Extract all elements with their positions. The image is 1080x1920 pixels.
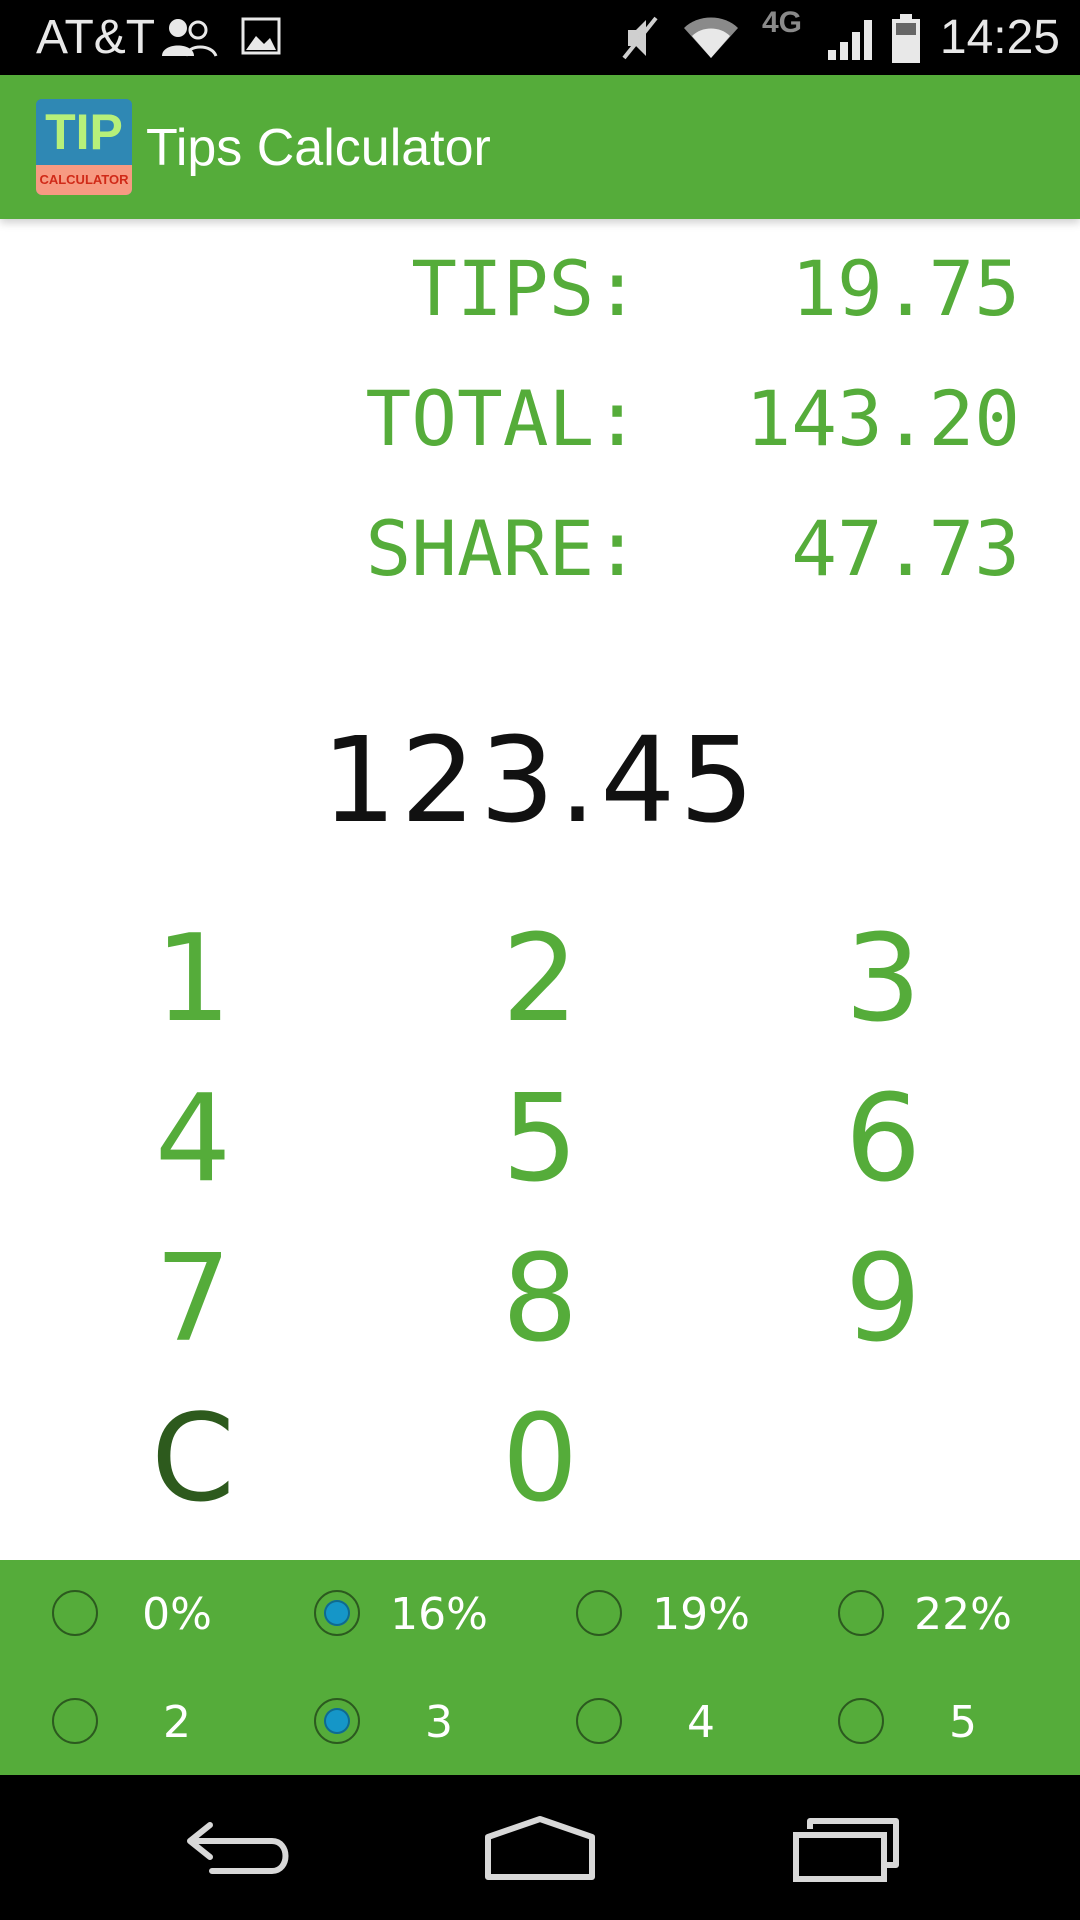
screen: AT&T 4G 14:25 TIP CALCULATOR Tips Calcul… [0,0,1080,1920]
carrier-label: AT&T [36,11,156,64]
people-option-5[interactable]: 5 [838,1683,1080,1763]
tips-value: 19.75 [791,244,1020,333]
people-option-label: 4 [687,1697,715,1748]
key-2[interactable]: 2 [440,905,640,1055]
people-option-label: 5 [949,1697,977,1748]
people-radio-2[interactable] [52,1698,98,1744]
people-option-3[interactable]: 3 [314,1683,564,1763]
key-9[interactable]: 9 [783,1225,983,1375]
key-1[interactable]: 1 [93,905,293,1055]
back-icon[interactable] [180,1815,300,1885]
people-option-2[interactable]: 2 [52,1683,302,1763]
logo-text-calculator: CALCULATOR [36,165,132,195]
app-logo: TIP CALCULATOR [36,99,132,195]
key-4[interactable]: 4 [93,1065,293,1215]
tip-option-label: 16% [390,1589,488,1640]
key-0[interactable]: 0 [440,1385,640,1535]
battery-icon [892,14,920,63]
tip-option-label: 22% [914,1589,1012,1640]
people-radio-5[interactable] [838,1698,884,1744]
total-label: TOTAL: [365,374,640,463]
tips-label: TIPS: [411,244,640,333]
home-icon[interactable] [480,1815,600,1885]
app-title: Tips Calculator [146,119,491,177]
share-value: 47.73 [791,504,1020,593]
total-value: 143.20 [745,374,1020,463]
tip-option-0[interactable]: 0% [52,1575,302,1655]
signal-icon [828,20,872,60]
mute-icon [622,16,658,60]
tip-radio-16[interactable] [314,1590,360,1636]
tip-option-19[interactable]: 19% [576,1575,826,1655]
key-5[interactable]: 5 [440,1065,640,1215]
tip-radio-22[interactable] [838,1590,884,1636]
people-radio-4[interactable] [576,1698,622,1744]
people-option-4[interactable]: 4 [576,1683,826,1763]
key-8[interactable]: 8 [440,1225,640,1375]
recents-icon[interactable] [790,1815,910,1885]
keypad: 1 2 3 4 5 6 7 8 9 C 0 [0,905,1080,1545]
key-6[interactable]: 6 [783,1065,983,1215]
tip-option-label: 19% [652,1589,750,1640]
tip-radio-0[interactable] [52,1590,98,1636]
amount-display: 123.45 [321,711,759,849]
people-option-label: 2 [163,1697,191,1748]
people-option-label: 3 [425,1697,453,1748]
status-bar: AT&T 4G 14:25 [0,0,1080,75]
share-label: SHARE: [365,504,640,593]
tip-radio-19[interactable] [576,1590,622,1636]
people-icon [162,19,218,57]
wifi-icon [684,17,738,58]
options-panel: 0% 16% 19% 22% 2 3 4 5 [0,1560,1080,1775]
network-type-label: 4G [762,6,803,39]
clock: 14:25 [939,11,1060,64]
app-bar: TIP CALCULATOR Tips Calculator [0,75,1080,219]
tip-option-22[interactable]: 22% [838,1575,1080,1655]
tip-option-label: 0% [142,1589,212,1640]
tip-option-16[interactable]: 16% [314,1575,564,1655]
image-icon [241,17,281,55]
logo-text-tip: TIP [36,99,132,165]
key-3[interactable]: 3 [783,905,983,1055]
key-7[interactable]: 7 [93,1225,293,1375]
navigation-bar [0,1775,1080,1920]
people-radio-3[interactable] [314,1698,360,1744]
clear-key[interactable]: C [93,1385,293,1535]
